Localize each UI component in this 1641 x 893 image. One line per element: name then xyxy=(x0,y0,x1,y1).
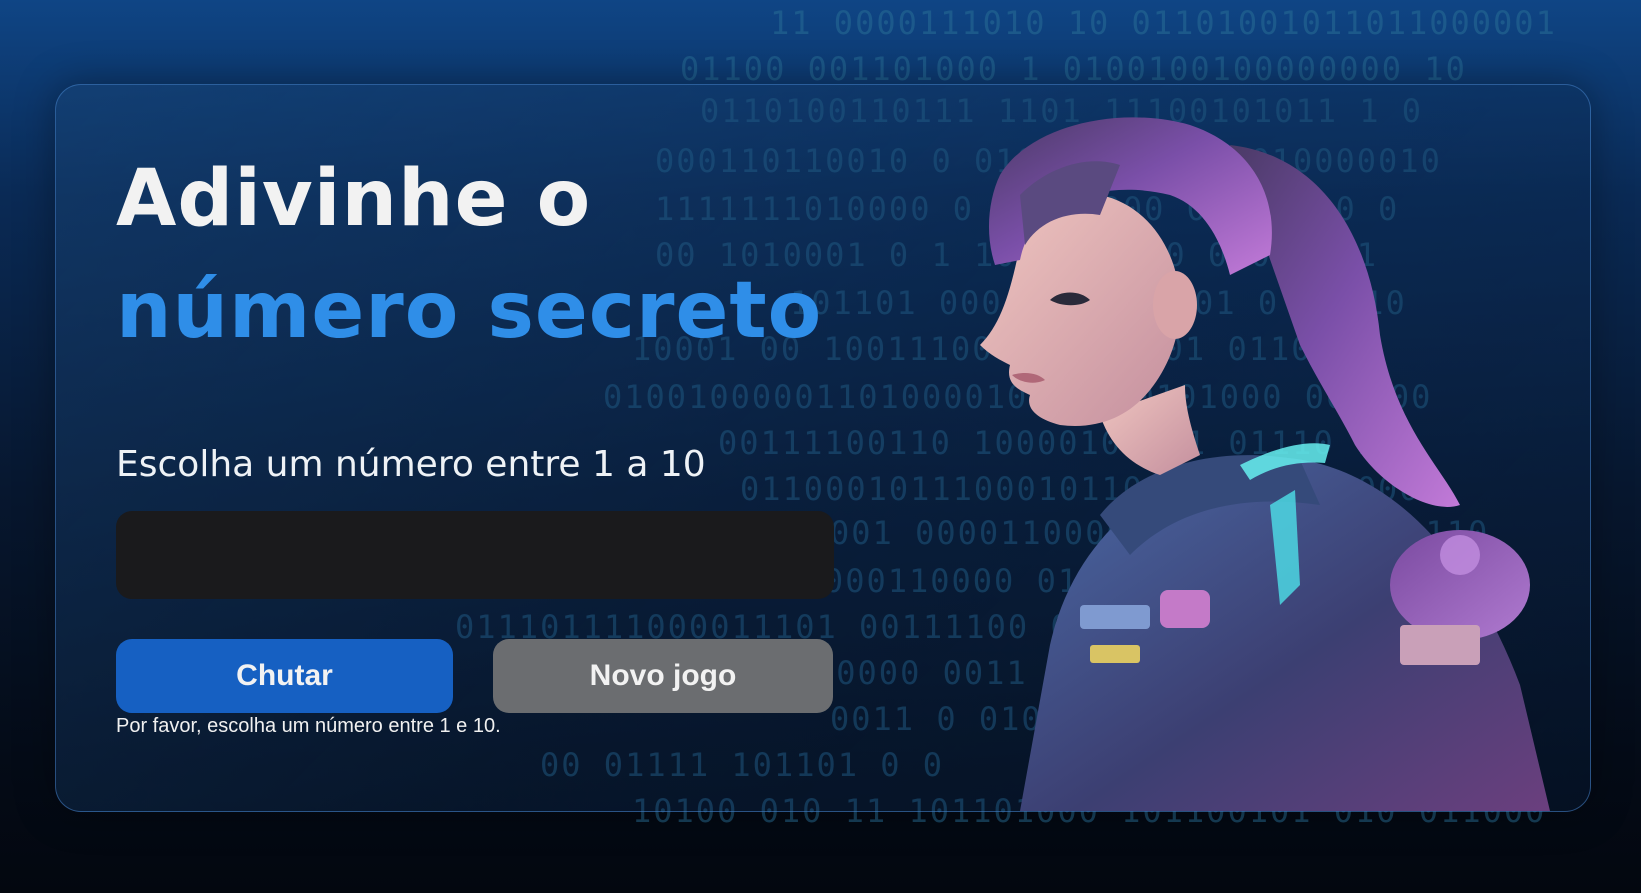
guess-button[interactable]: Chutar xyxy=(116,639,453,713)
button-row: Chutar Novo jogo xyxy=(116,639,836,713)
instruction-text: Escolha um número entre 1 a 10 xyxy=(116,444,706,485)
guess-input[interactable] xyxy=(116,511,834,599)
game-card: Adivinhe o número secreto Escolha um núm… xyxy=(55,84,1591,812)
page-title: Adivinhe o xyxy=(116,154,592,244)
validation-message: Por favor, escolha um número entre 1 e 1… xyxy=(116,715,501,737)
astronaut-girl-illustration xyxy=(980,117,1550,811)
binary-line: 11 0000111010 10 01101001011011000001 xyxy=(770,4,1557,42)
game-panel: Adivinhe o número secreto Escolha um núm… xyxy=(116,143,836,738)
page-title-highlight: número secreto xyxy=(116,266,823,356)
binary-line: 01100 001101000 1 0100100100000000 10 xyxy=(680,50,1467,88)
new-game-button[interactable]: Novo jogo xyxy=(493,639,833,713)
